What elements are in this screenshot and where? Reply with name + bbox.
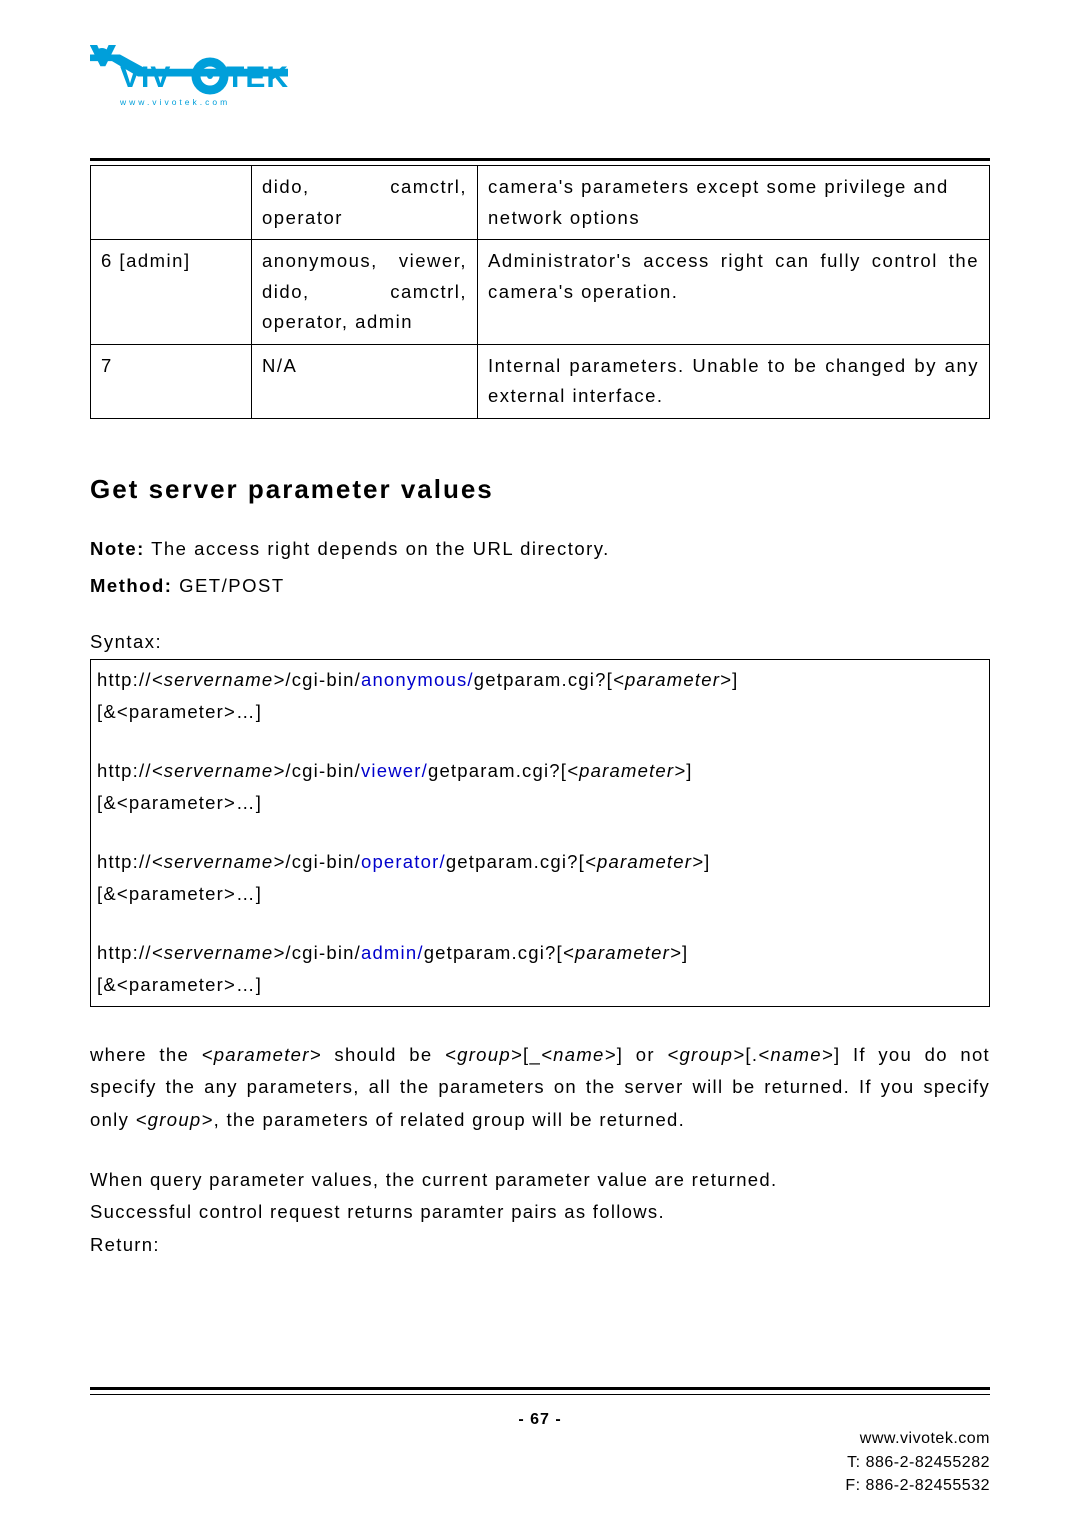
note-line: Note: The access right depends on the UR… — [90, 533, 990, 564]
footer-fax: F: 886-2-82455532 — [845, 1474, 990, 1497]
return-label: Return: — [90, 1229, 990, 1261]
cell-level: 6 [admin] — [91, 240, 252, 345]
where-paragraph: where the <parameter> should be <group>[… — [90, 1039, 990, 1136]
note-text: The access right depends on the URL dire… — [145, 538, 610, 559]
cell-desc: Administrator's access right can fully c… — [478, 240, 990, 345]
cell-roles: anonymous, viewer, dido, camctrl, operat… — [252, 240, 478, 345]
cell-level — [91, 166, 252, 240]
footer-contact: www.vivotek.com T: 886-2-82455282 F: 886… — [845, 1427, 990, 1497]
cell-roles: N/A — [252, 344, 478, 418]
cell-roles: dido, camctrl, operator — [252, 166, 478, 240]
page-number: - 67 - — [0, 1411, 1080, 1429]
syntax-line-viewer: http://<servername>/cgi-bin/viewer/getpa… — [97, 755, 983, 786]
svg-text:VIV: VIV — [120, 61, 171, 94]
footer-site: www.vivotek.com — [845, 1427, 990, 1450]
method-text: GET/POST — [172, 575, 284, 596]
footer-tel: T: 886-2-82455282 — [845, 1451, 990, 1474]
cell-desc: Internal parameters. Unable to be change… — [478, 344, 990, 418]
table-row: 7 N/A Internal parameters. Unable to be … — [91, 344, 990, 418]
syntax-box: http://<servername>/cgi-bin/anonymous/ge… — [90, 659, 990, 1007]
method-line: Method: GET/POST — [90, 570, 990, 601]
syntax-tail: [&<parameter>…] — [97, 787, 983, 818]
syntax-tail: [&<parameter>…] — [97, 969, 983, 1000]
footer-rule — [90, 1387, 990, 1395]
method-label: Method: — [90, 575, 172, 596]
query-paragraph: When query parameter values, the current… — [90, 1164, 990, 1261]
section-heading: Get server parameter values — [90, 474, 990, 505]
security-level-table: dido, camctrl, operator camera's paramet… — [90, 165, 990, 419]
syntax-line-anonymous: http://<servername>/cgi-bin/anonymous/ge… — [97, 664, 983, 695]
syntax-label: Syntax: — [90, 631, 990, 653]
cell-desc: camera's parameters except some privileg… — [478, 166, 990, 240]
table-row: dido, camctrl, operator camera's paramet… — [91, 166, 990, 240]
syntax-tail: [&<parameter>…] — [97, 696, 983, 727]
syntax-tail: [&<parameter>…] — [97, 878, 983, 909]
syntax-line-admin: http://<servername>/cgi-bin/admin/getpar… — [97, 937, 983, 968]
table-row: 6 [admin] anonymous, viewer, dido, camct… — [91, 240, 990, 345]
brand-logo: VIV TEK www.vivotek.com — [90, 45, 990, 113]
note-label: Note: — [90, 538, 145, 559]
svg-text:TEK: TEK — [226, 61, 289, 94]
svg-text:www.vivotek.com: www.vivotek.com — [119, 97, 230, 107]
query-line-2: Successful control request returns param… — [90, 1196, 990, 1228]
cell-level: 7 — [91, 344, 252, 418]
query-line-1: When query parameter values, the current… — [90, 1164, 990, 1196]
syntax-line-operator: http://<servername>/cgi-bin/operator/get… — [97, 846, 983, 877]
